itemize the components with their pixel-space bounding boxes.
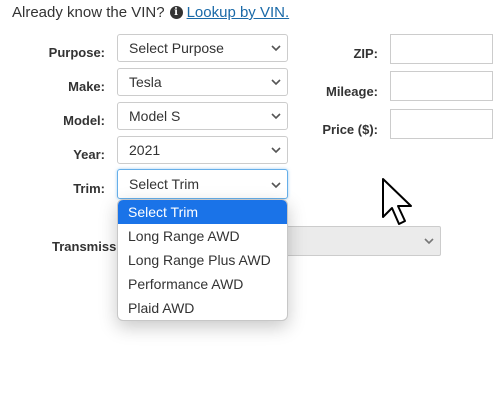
trim-option[interactable]: Plaid AWD [118,296,287,320]
chevron-down-icon [424,238,434,245]
vin-prompt: Already know the VIN? i Lookup by VIN. [12,4,289,21]
zip-label: ZIP: [353,46,378,61]
purpose-select-value: Select Purpose [129,40,224,56]
trim-option[interactable]: Performance AWD [118,272,287,296]
mileage-label: Mileage: [325,84,378,99]
trim-label: Trim: [73,181,105,196]
chevron-down-icon [271,45,281,52]
mileage-input[interactable] [390,71,493,101]
purpose-label: Purpose: [48,45,105,60]
transmission-label: Transmissi [52,239,120,254]
zip-input[interactable] [390,34,493,64]
chevron-down-icon [271,147,281,154]
make-select-value: Tesla [129,74,162,90]
year-select[interactable]: 2021 [117,136,288,164]
purpose-select[interactable]: Select Purpose [117,34,288,62]
trim-dropdown-list: Select Trim Long Range AWD Long Range Pl… [117,199,288,321]
year-label: Year: [73,147,105,162]
trim-option[interactable]: Select Trim [118,200,287,224]
price-label: Price ($): [322,122,378,137]
vin-prompt-text: Already know the VIN? [12,4,165,21]
mouse-pointer-icon [382,178,412,225]
model-select[interactable]: Model S [117,102,288,130]
make-select[interactable]: Tesla [117,68,288,96]
trim-select-value: Select Trim [129,176,200,192]
model-label: Model: [63,113,105,128]
make-label: Make: [68,79,105,94]
trim-select[interactable]: Select Trim [117,169,288,199]
chevron-down-icon [271,113,281,120]
model-select-value: Model S [129,108,181,124]
transmission-select[interactable] [282,226,441,256]
chevron-down-icon [271,182,281,189]
chevron-down-icon [271,79,281,86]
info-icon: i [169,6,183,19]
trim-option[interactable]: Long Range AWD [118,224,287,248]
trim-option[interactable]: Long Range Plus AWD [118,248,287,272]
lookup-by-vin-link[interactable]: Lookup by VIN. [187,4,290,21]
year-select-value: 2021 [129,142,161,158]
price-input[interactable] [390,109,493,139]
